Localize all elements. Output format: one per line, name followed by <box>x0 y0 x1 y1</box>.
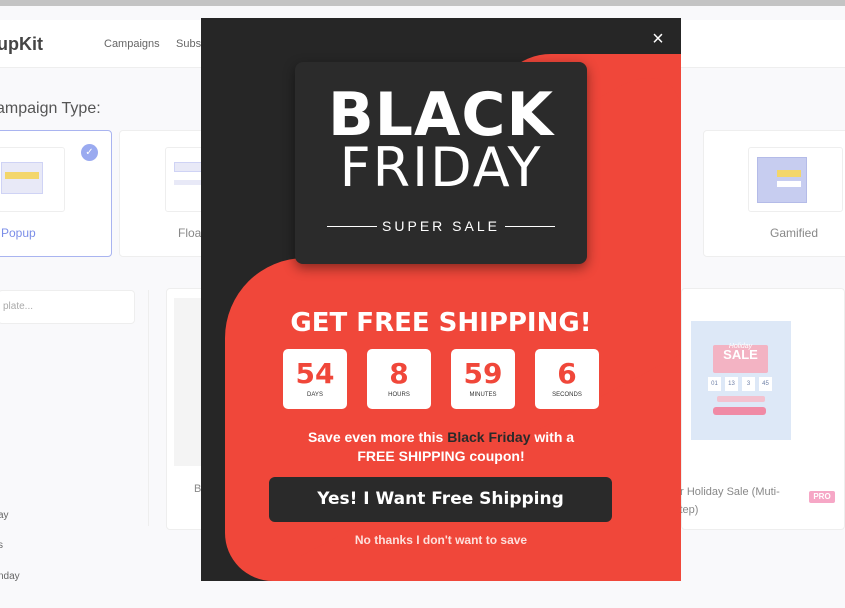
save-text-post: with a <box>530 429 575 445</box>
template-label-holiday: er Holiday Sale (Muti-step) <box>674 486 780 516</box>
save-text-highlight: Black Friday <box>447 429 531 445</box>
countdown-seconds: 6 SECONDS <box>535 349 599 409</box>
countdown-unit: HOURS <box>388 392 410 398</box>
black-friday-popup: × BLACK FRIDAY SUPER SALE GET FREE SHIPP… <box>201 18 681 581</box>
countdown-hours: 8 HOURS <box>367 349 431 409</box>
holiday-sale-thumbnail: SALE Holiday 01 13 3 45 <box>691 321 791 440</box>
save-text-line2: FREE SHIPPING coupon! <box>357 448 525 464</box>
close-icon[interactable]: × <box>649 29 667 49</box>
holiday-button <box>713 407 766 415</box>
countdown-unit: DAYS <box>307 392 323 398</box>
card-label-floating: Floa <box>178 226 202 240</box>
holiday-count: 13 <box>725 377 738 391</box>
black-friday-banner: BLACK FRIDAY SUPER SALE <box>295 62 587 264</box>
countdown-minutes: 59 MINUTES <box>451 349 515 409</box>
nav-subscribers[interactable]: Subs <box>176 38 201 50</box>
sidebar-item[interactable]: ay <box>0 510 9 521</box>
sidebar-item[interactable]: s <box>0 540 3 551</box>
nav-campaigns[interactable]: Campaigns <box>104 38 160 50</box>
app-logo[interactable]: upKit <box>0 34 43 55</box>
popup-description: Save even more this Black Friday with a … <box>261 428 621 466</box>
countdown-value: 54 <box>295 357 335 390</box>
template-search-input[interactable]: plate... <box>0 290 135 324</box>
template-thumb-left <box>174 298 204 466</box>
card-label-popup: Popup <box>1 226 36 240</box>
popup-headline: GET FREE SHIPPING! <box>290 308 592 338</box>
sidebar-divider <box>148 290 149 526</box>
divider-right <box>505 226 555 227</box>
gamified-thumbnail <box>748 147 843 212</box>
holiday-text <box>717 396 765 402</box>
banner-friday: FRIDAY <box>339 136 543 199</box>
pro-badge: PRO <box>809 491 835 503</box>
countdown-value: 6 <box>557 357 577 390</box>
card-label-gamified: Gamified <box>770 226 819 240</box>
countdown-unit: SECONDS <box>552 392 582 398</box>
countdown-value: 59 <box>463 357 503 390</box>
holiday-script: Holiday <box>728 343 753 350</box>
countdown-value: 8 <box>389 357 409 390</box>
countdown-unit: MINUTES <box>469 392 497 398</box>
popup-thumbnail <box>0 147 65 212</box>
free-shipping-button[interactable]: Yes! I Want Free Shipping <box>269 477 612 522</box>
top-strip <box>0 0 845 6</box>
campaign-type-title: ampaign Type: <box>0 100 101 117</box>
holiday-count: 3 <box>742 377 755 391</box>
countdown-days: 54 DAYS <box>283 349 347 409</box>
decline-link[interactable]: No thanks I don't want to save <box>201 533 681 547</box>
holiday-count: 01 <box>708 377 721 391</box>
sidebar-item[interactable]: nday <box>0 571 20 582</box>
save-text-pre: Save even more this <box>307 429 448 445</box>
selected-check-icon: ✓ <box>81 144 98 161</box>
floating-thumbnail <box>165 147 205 212</box>
holiday-count: 45 <box>759 377 772 391</box>
